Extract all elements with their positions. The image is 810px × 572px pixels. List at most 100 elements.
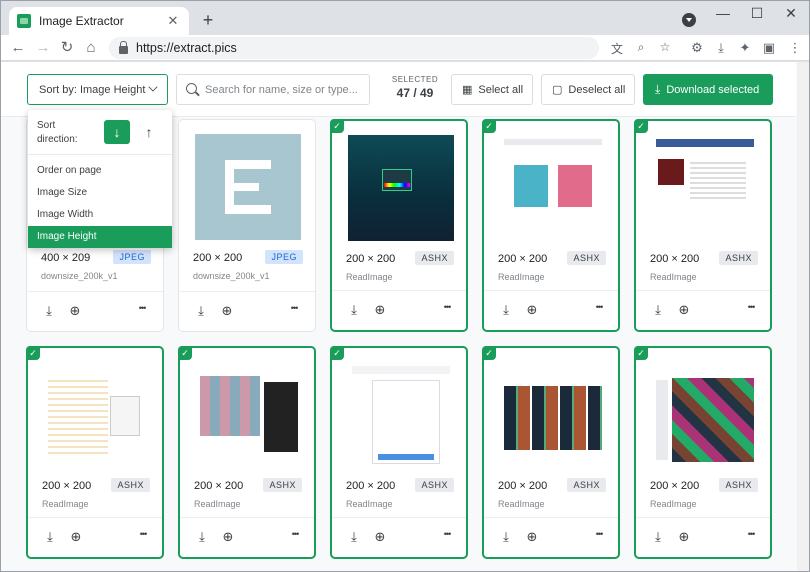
zoom-in-icon[interactable]: ⊕ bbox=[676, 529, 692, 545]
download-icon[interactable]: ⤓ bbox=[346, 529, 362, 545]
download-icon[interactable]: ⤓ bbox=[42, 529, 58, 545]
sort-option-order[interactable]: Order on page bbox=[28, 160, 172, 182]
more-options-icon[interactable]: ••• bbox=[282, 529, 308, 539]
home-icon[interactable]: ⌂ bbox=[81, 38, 101, 58]
image-thumbnail[interactable] bbox=[348, 135, 454, 241]
maximize-button[interactable]: ☐ bbox=[747, 5, 767, 22]
file-type-badge: ASHX bbox=[567, 251, 606, 265]
more-options-icon[interactable]: ••• bbox=[738, 302, 764, 312]
zoom-in-icon[interactable]: ⊕ bbox=[524, 302, 540, 318]
download-icon[interactable]: ⤓ bbox=[650, 302, 666, 318]
zoom-in-icon[interactable]: ⊕ bbox=[676, 302, 692, 318]
new-tab-button[interactable]: + bbox=[197, 10, 219, 30]
zoom-in-icon[interactable]: ⊕ bbox=[372, 302, 388, 318]
card-actions: ⤓ ⊕ ••• bbox=[636, 517, 770, 557]
close-window-button[interactable]: ✕ bbox=[781, 5, 801, 22]
address-bar[interactable]: https://extract.pics bbox=[109, 37, 599, 59]
sort-label: Sort by: Image Height bbox=[39, 83, 146, 96]
check-icon[interactable]: ✓ bbox=[330, 119, 344, 133]
sort-descending-button[interactable]: ↓ bbox=[104, 120, 130, 144]
browser-window: Image Extractor ✕ + — ☐ ✕ ← → ↻ ⌂ https:… bbox=[0, 0, 810, 572]
download-icon[interactable]: ⤓ bbox=[193, 303, 209, 319]
check-icon[interactable]: ✓ bbox=[330, 346, 344, 360]
more-options-icon[interactable]: ••• bbox=[434, 302, 460, 312]
image-thumbnail[interactable] bbox=[652, 362, 758, 468]
file-type-badge: ASHX bbox=[415, 478, 454, 492]
minimize-button[interactable]: — bbox=[713, 5, 733, 21]
check-icon[interactable]: ✓ bbox=[178, 346, 192, 360]
card-actions: ⤓ ⊕ ••• bbox=[28, 517, 162, 557]
image-thumbnail[interactable] bbox=[195, 134, 301, 240]
sort-option-height[interactable]: Image Height bbox=[28, 226, 172, 248]
image-thumbnail[interactable] bbox=[500, 362, 606, 468]
deselect-all-button[interactable]: ▢ Deselect all bbox=[541, 74, 635, 105]
tab-image-extractor[interactable]: Image Extractor ✕ bbox=[9, 7, 189, 35]
reload-icon[interactable]: ↻ bbox=[57, 38, 77, 58]
check-icon[interactable]: ✓ bbox=[634, 119, 648, 133]
more-options-icon[interactable]: ••• bbox=[738, 529, 764, 539]
image-card[interactable]: ✓ 200 × 200 ASHX ReadImage ⤓ ⊕ ••• bbox=[482, 119, 620, 332]
download-icon[interactable]: ⤓ bbox=[194, 529, 210, 545]
zoom-in-icon[interactable]: ⊕ bbox=[372, 529, 388, 545]
back-icon[interactable]: ← bbox=[8, 38, 28, 58]
sort-option-width[interactable]: Image Width bbox=[28, 204, 172, 226]
zoom-in-icon[interactable]: ⊕ bbox=[67, 303, 83, 319]
grid-icon: ▦ bbox=[462, 84, 473, 96]
zoom-in-icon[interactable]: ⊕ bbox=[219, 303, 235, 319]
tab-search-icon[interactable] bbox=[682, 13, 696, 27]
selected-label: SELECTED bbox=[391, 75, 439, 84]
puzzle-icon[interactable]: ✦ bbox=[737, 40, 753, 56]
download-icon[interactable]: ⤓ bbox=[498, 529, 514, 545]
image-card[interactable]: ✓ 200 × 200 ASHX ReadImage ⤓ ⊕ ••• bbox=[634, 119, 772, 332]
file-name: ReadImage bbox=[650, 272, 697, 282]
more-options-icon[interactable]: ••• bbox=[586, 529, 612, 539]
check-icon[interactable]: ✓ bbox=[482, 119, 496, 133]
more-options-icon[interactable]: ••• bbox=[586, 302, 612, 312]
download-icon[interactable]: ⤓ bbox=[346, 302, 362, 318]
image-thumbnail[interactable] bbox=[348, 362, 454, 468]
avatar[interactable]: ▣ bbox=[761, 40, 777, 56]
bookmark-star-icon[interactable]: ☆ bbox=[657, 40, 673, 54]
download-icon[interactable]: ⤓ bbox=[41, 303, 57, 319]
select-all-button[interactable]: ▦ Select all bbox=[451, 74, 533, 105]
sort-option-size[interactable]: Image Size bbox=[28, 182, 172, 204]
file-name: ReadImage bbox=[194, 499, 241, 509]
tab-close-icon[interactable]: ✕ bbox=[165, 13, 181, 29]
file-name: ReadImage bbox=[498, 272, 545, 282]
download-selected-button[interactable]: ⤓ Download selected bbox=[643, 74, 773, 105]
zoom-in-icon[interactable]: ⊕ bbox=[68, 529, 84, 545]
check-icon[interactable]: ✓ bbox=[26, 346, 40, 360]
search-input[interactable]: Search for name, size or type... bbox=[176, 74, 370, 105]
extension-icon[interactable]: ⚙ bbox=[689, 40, 705, 56]
more-options-icon[interactable]: ••• bbox=[129, 303, 155, 313]
forward-icon[interactable]: → bbox=[33, 38, 53, 58]
image-thumbnail[interactable] bbox=[500, 135, 606, 241]
download-icon[interactable]: ⤓ bbox=[650, 529, 666, 545]
image-card[interactable]: ✓ 200 × 200 ASHX ReadImage ⤓ ⊕ ••• bbox=[634, 346, 772, 559]
image-card[interactable]: 200 × 200 JPEG downsize_200k_v1 ⤓ ⊕ ••• bbox=[178, 119, 316, 332]
image-card[interactable]: ✓ 200 × 200 ASHX ReadImage ⤓ ⊕ ••• bbox=[178, 346, 316, 559]
sort-dropdown[interactable]: Sort by: Image Height bbox=[27, 74, 168, 105]
image-thumbnail[interactable] bbox=[652, 135, 758, 241]
more-options-icon[interactable]: ••• bbox=[130, 529, 156, 539]
sort-ascending-button[interactable]: ↑ bbox=[136, 120, 162, 144]
menu-icon[interactable]: ⋮ bbox=[787, 40, 803, 56]
image-card[interactable]: ✓ 200 × 200 ASHX ReadImage ⤓ ⊕ ••• bbox=[482, 346, 620, 559]
scrollbar[interactable] bbox=[797, 62, 809, 571]
image-card[interactable]: ✓ 200 × 200 ASHX ReadImage ⤓ ⊕ ••• bbox=[330, 119, 468, 332]
image-card[interactable]: ✓ 200 × 200 ASHX ReadImage ⤓ ⊕ ••• bbox=[330, 346, 468, 559]
zoom-icon[interactable]: ⌕ bbox=[633, 40, 649, 55]
image-card[interactable]: ✓ 200 × 200 ASHX ReadImage ⤓ ⊕ ••• bbox=[26, 346, 164, 559]
image-dimensions: 200 × 200 bbox=[498, 253, 548, 265]
translate-icon[interactable]: 文 bbox=[609, 40, 625, 57]
more-options-icon[interactable]: ••• bbox=[281, 303, 307, 313]
check-icon[interactable]: ✓ bbox=[634, 346, 648, 360]
more-options-icon[interactable]: ••• bbox=[434, 529, 460, 539]
zoom-in-icon[interactable]: ⊕ bbox=[220, 529, 236, 545]
download-extension-icon[interactable]: ⤓ bbox=[713, 40, 729, 56]
zoom-in-icon[interactable]: ⊕ bbox=[524, 529, 540, 545]
image-thumbnail[interactable] bbox=[196, 362, 302, 468]
image-thumbnail[interactable] bbox=[44, 362, 150, 468]
download-icon[interactable]: ⤓ bbox=[498, 302, 514, 318]
check-icon[interactable]: ✓ bbox=[482, 346, 496, 360]
